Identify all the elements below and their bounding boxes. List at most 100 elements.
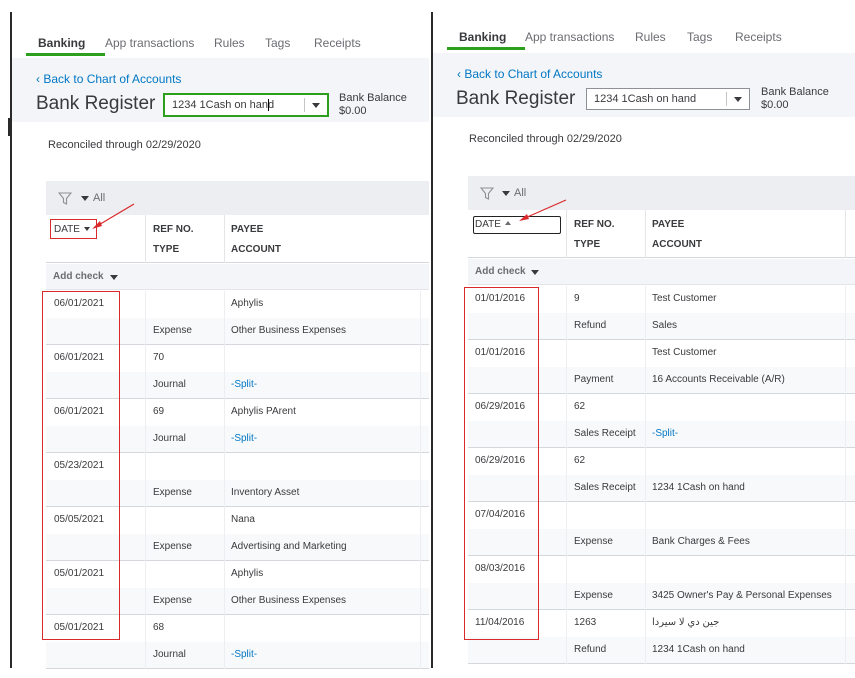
chevron-down-icon[interactable]: [734, 97, 742, 102]
reconciled-through-text: Reconciled through 02/29/2020: [469, 133, 622, 145]
tab-bar: Banking App transactions Rules Tags Rece…: [12, 22, 429, 56]
cell-divider: [645, 448, 646, 502]
tab-rules[interactable]: Rules: [214, 36, 245, 50]
date-column-highlight-box: [42, 291, 120, 640]
split-link[interactable]: -Split-: [652, 428, 678, 439]
cell-divider: [645, 340, 646, 394]
chevron-down-icon[interactable]: [312, 103, 320, 108]
tab-app-transactions[interactable]: App transactions: [525, 30, 614, 44]
type-cell: Refund: [574, 320, 607, 331]
split-link[interactable]: -Split-: [231, 433, 257, 444]
type-cell: Journal: [153, 379, 186, 390]
cell-divider: [566, 394, 567, 448]
payee-header[interactable]: PAYEE: [652, 219, 684, 230]
type-cell: Sales Receipt: [574, 428, 636, 439]
ref-cell: 62: [574, 455, 586, 466]
type-cell: Expense: [153, 325, 192, 336]
tab-receipts[interactable]: Receipts: [314, 36, 361, 50]
type-cell: Expense: [153, 487, 192, 498]
chevron-down-icon[interactable]: [110, 275, 118, 280]
chevron-down-icon[interactable]: [531, 270, 539, 275]
bank-balance-value: $0.00: [761, 99, 789, 111]
select-divider: [726, 92, 727, 106]
filter-caret-icon[interactable]: [81, 196, 89, 201]
back-link-label: Back to Chart of Accounts: [464, 67, 603, 81]
cell-divider: [420, 561, 421, 615]
filter-all-label[interactable]: All: [93, 192, 105, 204]
payee-cell: Aphylis: [231, 298, 264, 309]
payee-cell: Test Customer: [652, 347, 717, 358]
cell-divider: [224, 453, 225, 507]
type-cell: Expense: [153, 541, 192, 552]
right-register-panel: Banking App transactions Rules Tags Rece…: [433, 0, 855, 678]
tab-banking[interactable]: Banking: [459, 30, 506, 44]
funnel-icon[interactable]: [58, 192, 72, 205]
type-header[interactable]: TYPE: [574, 239, 600, 250]
cell-divider: [645, 394, 646, 448]
add-check-label: Add check: [475, 266, 526, 277]
account-select[interactable]: 1234 1Cash on hand: [164, 94, 328, 116]
filter-caret-icon[interactable]: [502, 191, 510, 196]
cell-divider: [145, 561, 146, 615]
cell-divider: [420, 291, 421, 345]
funnel-icon[interactable]: [480, 187, 494, 200]
tab-rules[interactable]: Rules: [635, 30, 666, 44]
cell-divider: [224, 507, 225, 561]
type-cell: Journal: [153, 649, 186, 660]
cell-divider: [845, 340, 846, 394]
cell-divider: [145, 507, 146, 561]
tab-tags[interactable]: Tags: [265, 36, 290, 50]
type-cell: Expense: [574, 590, 613, 601]
account-cell: Other Business Expenses: [231, 595, 347, 606]
cell-divider: [645, 286, 646, 340]
tab-receipts[interactable]: Receipts: [735, 30, 782, 44]
header-divider: [645, 210, 646, 258]
type-cell: Expense: [574, 536, 613, 547]
text-cursor: [268, 99, 269, 111]
account-select[interactable]: 1234 1Cash on hand: [586, 88, 750, 110]
type-header[interactable]: TYPE: [153, 244, 179, 255]
back-to-chart-link[interactable]: ‹ Back to Chart of Accounts: [457, 67, 602, 81]
page-title: Bank Register: [456, 88, 576, 109]
cell-divider: [145, 345, 146, 399]
account-header[interactable]: ACCOUNT: [652, 239, 702, 250]
split-link[interactable]: -Split-: [231, 649, 257, 660]
account-cell: 16 Accounts Receivable (A/R): [652, 374, 785, 385]
payee-header[interactable]: PAYEE: [231, 224, 263, 235]
account-cell: Bank Charges & Fees: [652, 536, 750, 547]
cell-divider: [224, 615, 225, 669]
ref-cell: 62: [574, 401, 586, 412]
bank-balance-value: $0.00: [339, 105, 367, 117]
tab-tags[interactable]: Tags: [687, 30, 712, 44]
cell-divider: [420, 453, 421, 507]
tab-banking[interactable]: Banking: [38, 36, 85, 50]
bank-balance-label: Bank Balance: [761, 86, 829, 98]
split-link[interactable]: -Split-: [231, 379, 257, 390]
ref-no-header[interactable]: REF NO.: [574, 219, 615, 230]
ref-cell: 69: [153, 406, 165, 417]
ref-no-header[interactable]: REF NO.: [153, 224, 194, 235]
type-cell: Journal: [153, 433, 186, 444]
register-header: ‹ Back to Chart of Accounts Bank Registe…: [12, 58, 429, 122]
account-cell: 1234 1Cash on hand: [652, 482, 745, 493]
account-header[interactable]: ACCOUNT: [231, 244, 281, 255]
account-cell: 3425 Owner's Pay & Personal Expenses: [652, 590, 832, 601]
cell-divider: [645, 556, 646, 610]
account-cell: Other Business Expenses: [231, 325, 347, 336]
type-cell: Refund: [574, 644, 607, 655]
payee-cell: Aphylis PArent: [231, 406, 296, 417]
active-tab-indicator: [26, 53, 105, 56]
add-check-row[interactable]: Add check: [468, 259, 855, 285]
cell-divider: [566, 502, 567, 556]
payee-cell: Aphylis: [231, 568, 264, 579]
cell-divider: [224, 561, 225, 615]
date-header-highlight-box: [50, 219, 97, 239]
filter-all-label[interactable]: All: [514, 187, 526, 199]
add-check-row[interactable]: Add check: [46, 264, 429, 290]
cell-divider: [224, 345, 225, 399]
tab-app-transactions[interactable]: App transactions: [105, 36, 194, 50]
cell-divider: [566, 286, 567, 340]
back-to-chart-link[interactable]: ‹ Back to Chart of Accounts: [36, 72, 181, 86]
cell-divider: [566, 448, 567, 502]
cell-divider: [145, 399, 146, 453]
